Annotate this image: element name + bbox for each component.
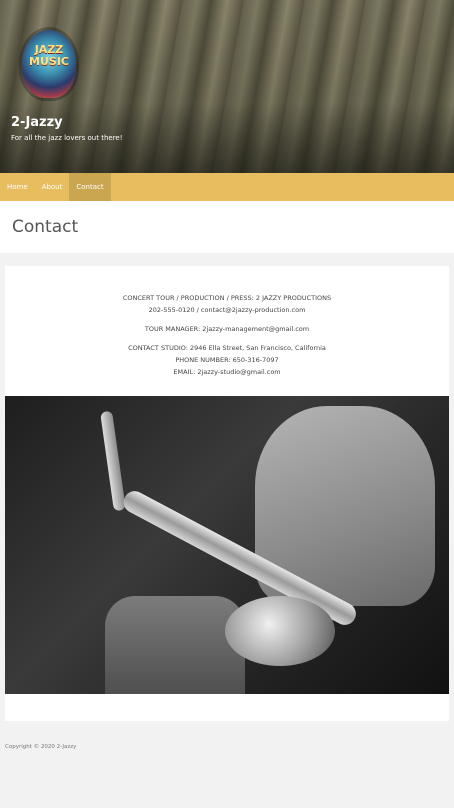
nav-home[interactable]: Home xyxy=(0,173,35,201)
header-banner: JAZZ MUSIC 2-Jazzy For all the jazz love… xyxy=(0,0,454,173)
page-header: Contact xyxy=(0,201,454,253)
main-navigation: Home About Contact xyxy=(0,173,454,201)
logo-text-music: MUSIC xyxy=(29,55,69,68)
saxophone-player-photo xyxy=(5,396,449,694)
contact-press-line: CONCERT TOUR / PRODUCTION / PRESS: 2 JAZ… xyxy=(122,294,332,302)
contact-studio-email: EMAIL: 2jazzy-studio@gmail.com xyxy=(173,368,281,376)
nav-contact[interactable]: Contact xyxy=(69,173,111,201)
contact-press-phone-email: 202-555-0120 / contact@2jazzy-production… xyxy=(148,306,306,314)
contact-info: CONCERT TOUR / PRODUCTION / PRESS: 2 JAZ… xyxy=(5,266,449,378)
page-title: Contact xyxy=(12,217,79,237)
site-tagline: For all the jazz lovers out there! xyxy=(11,134,123,142)
footer-copyright: Copyright © 2020 2-Jazzy xyxy=(5,744,77,750)
contact-studio-phone: PHONE NUMBER: 650-316-7097 xyxy=(175,356,279,364)
content-card: CONCERT TOUR / PRODUCTION / PRESS: 2 JAZ… xyxy=(5,266,449,721)
contact-studio-address: CONTACT STUDIO: 2946 Ella Street, San Fr… xyxy=(128,344,326,352)
nav-about[interactable]: About xyxy=(35,173,70,201)
contact-tour-manager: TOUR MANAGER: 2jazzy-management@gmail.co… xyxy=(144,325,310,333)
site-title[interactable]: 2-Jazzy xyxy=(11,115,63,130)
jazz-music-logo[interactable]: JAZZ MUSIC xyxy=(22,30,76,98)
